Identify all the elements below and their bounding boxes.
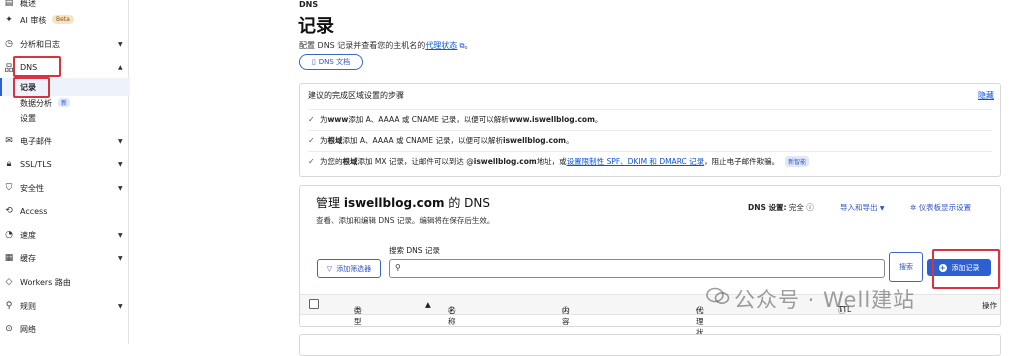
info-icon: ⓘ: [354, 306, 362, 315]
proxy-status-link[interactable]: 代理状态: [425, 41, 457, 50]
page-title: 记录: [298, 16, 334, 37]
step-text: 。: [565, 135, 574, 145]
info-icon: ⓘ: [448, 306, 456, 315]
search-input[interactable]: ⚲: [389, 259, 885, 278]
info-icon: ⓘ: [806, 203, 814, 212]
add-filter-label: 添加筛选器: [336, 264, 372, 273]
dns-docs-button[interactable]: ▯ DNS 文档: [299, 54, 363, 70]
setup-step-root: ✓ 为根域 添加 A、AAAA 或 CNAME 记录，以便可以解析 iswellb…: [308, 130, 992, 149]
hide-link[interactable]: 隐藏: [978, 90, 994, 101]
search-label: 搜索 DNS 记录: [389, 246, 440, 255]
step-text: 为: [320, 114, 328, 124]
dashboard-settings-label: 仪表板显示设置: [918, 203, 972, 212]
manage-title: 管理 iswellblog.com 的 DNS: [316, 194, 490, 211]
title-text: 的 DNS: [444, 196, 490, 210]
step-bold: iswellblog.com: [473, 156, 537, 166]
domain-name: iswellblog.com: [343, 196, 445, 210]
step-text: 地址，或: [536, 156, 567, 166]
dns-docs-label: DNS 文档: [318, 58, 351, 66]
setup-step-www: ✓ 为 www 添加 A、AAAA 或 CNAME 记录，以便可以解析 www.…: [308, 109, 992, 128]
new-badge: 新智能: [785, 155, 810, 167]
email-security-link[interactable]: 设置限制性 SPF、DKIM 和 DMARC 记录: [567, 156, 704, 167]
import-export-label: 导入和导出: [840, 203, 878, 212]
dns-settings-label: DNS 设置:: [748, 203, 787, 212]
watermark: 公众号 · Well建站: [734, 288, 916, 312]
info-icon: ⓘ: [562, 306, 570, 315]
sort-asc-icon[interactable]: ▲: [425, 300, 431, 309]
manage-subtitle: 查看、添加和编辑 DNS 记录。编辑将在保存后生效。: [316, 216, 495, 225]
search-button-label: 搜索: [899, 263, 913, 271]
step-bold: 根域: [327, 135, 343, 145]
step-text: 添加 MX 记录，让邮件可以到达 @: [357, 156, 474, 166]
search-button[interactable]: 搜索: [889, 252, 923, 282]
step-bold: www: [327, 114, 349, 124]
dns-settings-value: 完全: [788, 203, 804, 212]
subtitle-end: 。: [464, 41, 473, 50]
step-text: ，阻止电子邮件欺骗。: [704, 156, 780, 166]
select-all-checkbox[interactable]: [309, 299, 319, 309]
step-bold: 根域: [342, 156, 358, 166]
step-text: 添加 A、AAAA 或 CNAME 记录，以便可以解析: [342, 135, 504, 145]
step-text: 添加 A、AAAA 或 CNAME 记录，以便可以解析: [348, 114, 509, 124]
add-filter-button[interactable]: ▽ 添加筛选器: [317, 259, 381, 278]
checkmark-icon: ✓: [308, 114, 315, 124]
breadcrumb[interactable]: DNS: [299, 0, 318, 9]
filter-icon: ▽: [326, 264, 333, 273]
wechat-icon: [706, 287, 730, 304]
import-export-button[interactable]: 导入和导出 ▼: [840, 202, 885, 213]
step-text: 为您的: [320, 156, 343, 166]
info-icon: ⓘ: [696, 306, 704, 315]
subtitle-text: 配置 DNS 记录并查看您的主机名的: [299, 41, 426, 50]
setup-step-mx: ✓ 为您的 根域 添加 MX 记录，让邮件可以到达 @ iswellblog.com …: [308, 151, 992, 170]
setup-steps-card: 建议的完成区域设置的步骤 隐藏 ✓ 为 www 添加 A、AAAA 或 CNAM…: [299, 83, 1001, 177]
column-actions: 操作: [982, 301, 997, 310]
checkmark-icon: ✓: [308, 135, 315, 145]
step-text: 。: [594, 114, 603, 124]
step-bold: www.iswellblog.com: [508, 114, 595, 124]
step-bold: iswellblog.com: [503, 135, 566, 145]
search-icon: ⚲: [395, 263, 401, 272]
highlight-box-add-record: [932, 249, 1000, 289]
step-text: 为: [320, 135, 328, 145]
checkmark-icon: ✓: [308, 156, 315, 166]
page-subtitle: 配置 DNS 记录并查看您的主机名的代理状态 ⧉。: [299, 40, 473, 51]
title-text: 管理: [316, 196, 344, 210]
dns-settings[interactable]: DNS 设置: 完全 ⓘ: [748, 202, 814, 213]
setup-header: 建议的完成区域设置的步骤: [308, 91, 404, 100]
main-content: DNS 记录 配置 DNS 记录并查看您的主机名的代理状态 ⧉。 ▯ DNS 文…: [0, 0, 1024, 356]
dashboard-settings-button[interactable]: ✲ 仪表板显示设置: [910, 202, 971, 213]
gear-icon: ✲: [910, 203, 917, 212]
records-table-body: [299, 334, 1001, 356]
external-link-icon: ⧉: [457, 42, 465, 50]
book-icon: ▯: [311, 58, 316, 66]
chevron-down-icon: ▼: [879, 205, 885, 212]
